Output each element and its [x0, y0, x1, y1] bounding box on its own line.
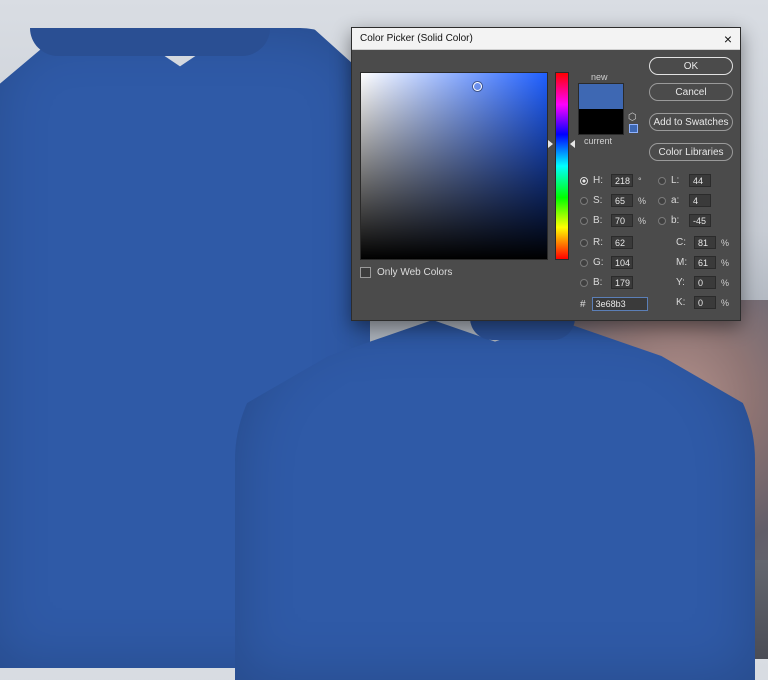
lab-a-row: a: 4 [658, 194, 711, 207]
hsb-s-radio[interactable] [580, 196, 588, 205]
cancel-button[interactable]: Cancel [649, 83, 733, 101]
rgb-r-input[interactable]: 62 [611, 236, 633, 249]
hue-slider-left-arrow[interactable] [548, 140, 553, 148]
hue-slider-right-arrow[interactable] [570, 140, 575, 148]
lab-b-input[interactable]: -45 [689, 214, 711, 227]
percent-unit: % [721, 237, 730, 248]
cmyk-k-row: K: 0 % [676, 296, 729, 309]
cmyk-c-row: C: 81 % [676, 236, 729, 249]
hue-slider[interactable] [555, 72, 569, 260]
new-color-label: new [591, 72, 608, 82]
dialog-title: Color Picker (Solid Color) [360, 33, 473, 44]
lab-l-radio[interactable] [658, 176, 666, 185]
cmyk-k-label: K: [676, 297, 686, 308]
lab-b-radio[interactable] [658, 216, 666, 225]
cmyk-k-input[interactable]: 0 [694, 296, 716, 309]
rgb-g-row: G: 104 [580, 256, 633, 269]
lab-a-label: a: [671, 195, 680, 206]
lab-l-label: L: [671, 175, 680, 186]
degree-unit: ° [638, 175, 642, 186]
rgb-b-input[interactable]: 179 [611, 276, 633, 289]
hsb-s-input[interactable]: 65 [611, 194, 633, 207]
percent-unit: % [638, 195, 647, 206]
hsb-s-row: S: 65 % [580, 194, 646, 207]
color-field[interactable] [360, 72, 548, 260]
cmyk-m-row: M: 61 % [676, 256, 729, 269]
color-picker-dialog: Color Picker (Solid Color) × Only Web Co… [351, 27, 741, 321]
lab-b-label: b: [671, 215, 680, 226]
cmyk-y-row: Y: 0 % [676, 276, 729, 289]
current-color-label: current [584, 136, 613, 146]
hsb-h-row: H: 218 ° [580, 174, 642, 187]
sweatshirt-left-collar [30, 28, 270, 56]
hsb-b-label: B: [593, 215, 603, 226]
hsb-h-label: H: [593, 175, 603, 186]
rgb-b-radio[interactable] [580, 278, 588, 287]
out-of-gamut-cube-icon[interactable]: ⬡ [628, 112, 637, 123]
only-web-colors-option[interactable]: Only Web Colors [360, 267, 452, 278]
web-safe-color-icon[interactable] [629, 124, 638, 133]
percent-unit: % [721, 297, 730, 308]
hex-label: # [580, 298, 586, 310]
add-to-swatches-button[interactable]: Add to Swatches [649, 113, 733, 131]
rgb-b-row: B: 179 [580, 276, 633, 289]
rgb-b-label: B: [593, 277, 603, 288]
hsb-b-radio[interactable] [580, 216, 588, 225]
lab-a-input[interactable]: 4 [689, 194, 711, 207]
cmyk-c-input[interactable]: 81 [694, 236, 716, 249]
lab-l-row: L: 44 [658, 174, 711, 187]
rgb-g-input[interactable]: 104 [611, 256, 633, 269]
new-color-swatch [578, 83, 624, 109]
hex-input[interactable]: 3e68b3 [591, 297, 648, 311]
cmyk-c-label: C: [676, 237, 686, 248]
cmyk-m-input[interactable]: 61 [694, 256, 716, 269]
current-color-swatch[interactable] [578, 109, 624, 135]
only-web-colors-checkbox[interactable] [360, 267, 371, 278]
hsb-b-row: B: 70 % [580, 214, 646, 227]
rgb-r-row: R: 62 [580, 236, 633, 249]
sweatshirt-right [235, 320, 755, 680]
percent-unit: % [721, 257, 730, 268]
percent-unit: % [721, 277, 730, 288]
lab-b-row: b: -45 [658, 214, 711, 227]
cmyk-m-label: M: [676, 257, 688, 268]
cmyk-y-input[interactable]: 0 [694, 276, 716, 289]
hsb-h-radio[interactable] [580, 176, 588, 185]
lab-a-radio[interactable] [658, 196, 666, 205]
color-libraries-button[interactable]: Color Libraries [649, 143, 733, 161]
rgb-g-radio[interactable] [580, 258, 588, 267]
ok-button[interactable]: OK [649, 57, 733, 75]
rgb-r-label: R: [593, 237, 603, 248]
color-field-cursor[interactable] [473, 82, 482, 91]
hex-row: # 3e68b3 [580, 297, 648, 311]
hsb-b-input[interactable]: 70 [611, 214, 633, 227]
hsb-h-input[interactable]: 218 [611, 174, 633, 187]
hsb-s-label: S: [593, 195, 603, 206]
rgb-r-radio[interactable] [580, 238, 588, 247]
only-web-colors-label: Only Web Colors [377, 267, 453, 278]
dialog-titlebar[interactable]: Color Picker (Solid Color) × [352, 28, 740, 50]
lab-l-input[interactable]: 44 [689, 174, 711, 187]
rgb-g-label: G: [593, 257, 604, 268]
close-icon[interactable]: × [724, 32, 732, 46]
sweatshirt-right-collar [470, 318, 575, 340]
percent-unit: % [638, 215, 647, 226]
cmyk-y-label: Y: [676, 277, 685, 288]
